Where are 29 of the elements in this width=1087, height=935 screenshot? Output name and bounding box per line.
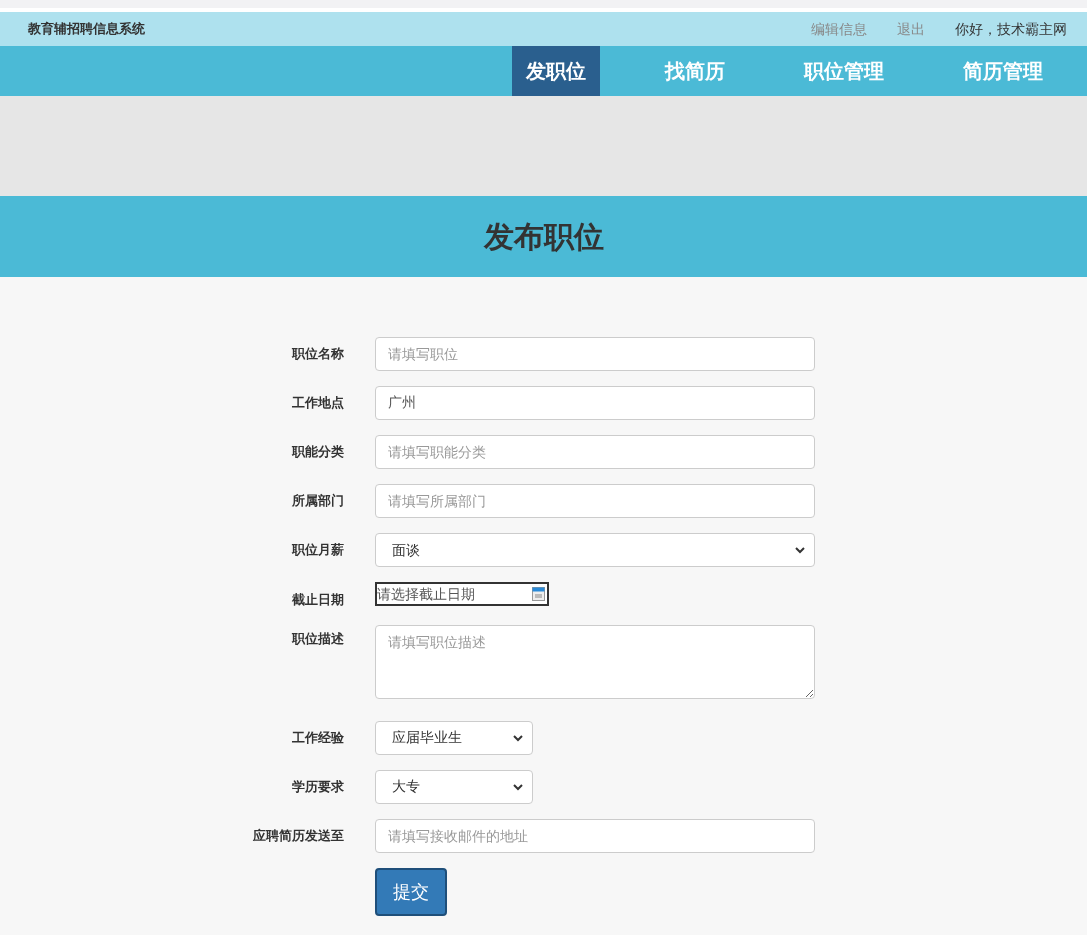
textarea-field[interactable]: 请填写职位描述 <box>375 624 815 699</box>
text-field[interactable]: 请填写所属部门 <box>375 484 815 518</box>
field-label: 学历要求 <box>292 777 344 796</box>
field-label: 职能分类 <box>292 443 344 462</box>
date-field[interactable]: 请选择截止日期 <box>375 582 549 606</box>
select-field[interactable]: 大专 <box>375 769 533 804</box>
calendar-icon[interactable] <box>532 587 545 601</box>
text-field[interactable]: 请填写职能分类 <box>375 435 815 469</box>
field-label: 职位描述 <box>292 629 344 648</box>
header-link[interactable]: 编辑信息 <box>811 18 867 40</box>
field-label: 工作经验 <box>292 728 344 747</box>
submit-button[interactable]: 提交 <box>375 867 447 916</box>
text-field[interactable]: 广州 <box>375 386 815 420</box>
greeting-text: 你好，技术霸主网 <box>955 19 1067 39</box>
field-label: 职位名称 <box>292 345 344 364</box>
page-title: 发布职位 <box>483 218 604 256</box>
header-link[interactable]: 退出 <box>897 18 925 40</box>
text-field[interactable]: 请填写接收邮件的地址 <box>375 818 815 853</box>
field-label: 截止日期 <box>292 591 344 609</box>
field-label: 职位月薪 <box>292 541 344 560</box>
field-label: 应聘简历发送至 <box>253 826 344 845</box>
site-title: 教育辅招聘信息系统 <box>28 20 145 39</box>
nav-tab[interactable]: 发职位 <box>512 46 600 96</box>
chevron-down-icon <box>794 544 806 556</box>
select-field[interactable]: 应届毕业生 <box>375 720 533 755</box>
field-label: 所属部门 <box>292 492 344 511</box>
text-field[interactable]: 请填写职位 <box>375 337 815 371</box>
select-field[interactable]: 面谈 <box>375 533 815 567</box>
field-label: 工作地点 <box>292 394 344 413</box>
